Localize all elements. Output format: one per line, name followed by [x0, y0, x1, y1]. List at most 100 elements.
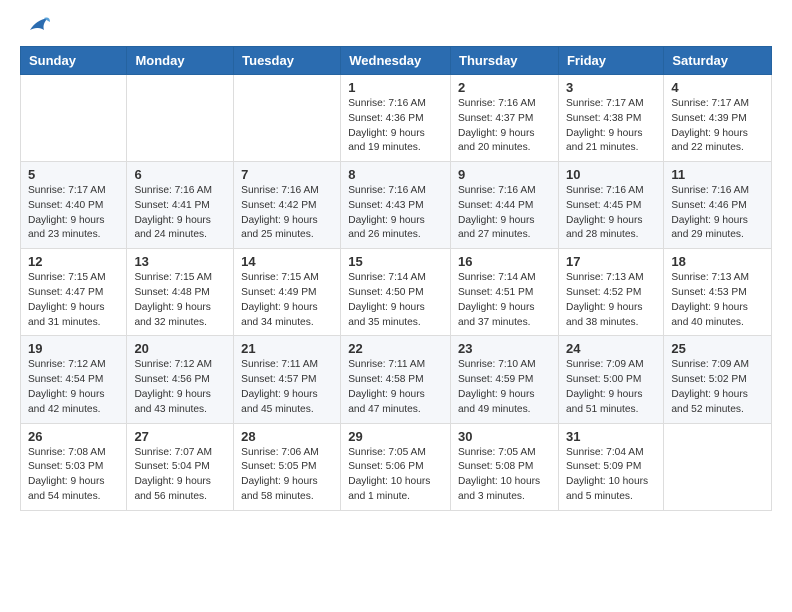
- calendar-day-header: Wednesday: [341, 47, 451, 75]
- day-info: Sunrise: 7:16 AMSunset: 4:37 PMDaylight:…: [458, 97, 551, 156]
- calendar-cell: 28Sunrise: 7:06 AMSunset: 5:05 PMDayligh…: [234, 423, 341, 510]
- day-info: Sunrise: 7:07 AMSunset: 5:04 PMDaylight:…: [134, 446, 226, 505]
- day-info: Sunrise: 7:09 AMSunset: 5:00 PMDaylight:…: [566, 358, 656, 417]
- logo: [20, 16, 50, 34]
- day-info: Sunrise: 7:11 AMSunset: 4:58 PMDaylight:…: [348, 358, 443, 417]
- calendar-cell: 18 Sunrise: 7:13 AMSunset: 4:53 PMDayligh…: [664, 249, 772, 336]
- day-number: 13: [134, 254, 226, 269]
- day-number: 22: [348, 341, 443, 356]
- calendar-cell: 31 Sunrise: 7:04 AMSunset: 5:09 PMDayligh…: [558, 423, 663, 510]
- day-number: 9: [458, 167, 551, 182]
- day-number: 5: [28, 167, 119, 182]
- calendar-cell: 26 Sunrise: 7:08 AMSunset: 5:03 PMDayligh…: [21, 423, 127, 510]
- header: [20, 16, 772, 34]
- day-number: 31: [566, 429, 656, 444]
- day-info: Sunrise: 7:14 AMSunset: 4:50 PMDaylight:…: [348, 271, 443, 330]
- day-number: 25: [671, 341, 764, 356]
- day-info: Sunrise: 7:15 AMSunset: 4:47 PMDaylight:…: [28, 271, 119, 330]
- calendar-cell: 27Sunrise: 7:07 AMSunset: 5:04 PMDayligh…: [127, 423, 234, 510]
- calendar-cell: [664, 423, 772, 510]
- calendar-cell: 23 Sunrise: 7:10 AMSunset: 4:59 PMDayligh…: [451, 336, 559, 423]
- calendar-cell: 29Sunrise: 7:05 AMSunset: 5:06 PMDayligh…: [341, 423, 451, 510]
- calendar-cell: 11 Sunrise: 7:16 AMSunset: 4:46 PMDayligh…: [664, 162, 772, 249]
- day-number: 17: [566, 254, 656, 269]
- calendar-cell: 12 Sunrise: 7:15 AMSunset: 4:47 PMDayligh…: [21, 249, 127, 336]
- calendar-cell: 30 Sunrise: 7:05 AMSunset: 5:08 PMDayligh…: [451, 423, 559, 510]
- calendar-week-row: 1 Sunrise: 7:16 AMSunset: 4:36 PMDaylight…: [21, 75, 772, 162]
- calendar-week-row: 5 Sunrise: 7:17 AMSunset: 4:40 PMDaylight…: [21, 162, 772, 249]
- day-info: Sunrise: 7:16 AMSunset: 4:46 PMDaylight:…: [671, 184, 764, 243]
- day-number: 20: [134, 341, 226, 356]
- calendar-cell: 20 Sunrise: 7:12 AMSunset: 4:56 PMDayligh…: [127, 336, 234, 423]
- day-number: 7: [241, 167, 333, 182]
- day-info: Sunrise: 7:16 AMSunset: 4:43 PMDaylight:…: [348, 184, 443, 243]
- day-number: 11: [671, 167, 764, 182]
- day-info: Sunrise: 7:13 AMSunset: 4:53 PMDaylight:…: [671, 271, 764, 330]
- day-info: Sunrise: 7:17 AMSunset: 4:40 PMDaylight:…: [28, 184, 119, 243]
- day-info: Sunrise: 7:16 AMSunset: 4:41 PMDaylight:…: [134, 184, 226, 243]
- calendar-cell: 2Sunrise: 7:16 AMSunset: 4:37 PMDaylight…: [451, 75, 559, 162]
- day-number: 23: [458, 341, 551, 356]
- day-number: 4: [671, 80, 764, 95]
- day-info: Sunrise: 7:17 AMSunset: 4:38 PMDaylight:…: [566, 97, 656, 156]
- day-info: Sunrise: 7:10 AMSunset: 4:59 PMDaylight:…: [458, 358, 551, 417]
- day-info: Sunrise: 7:05 AMSunset: 5:08 PMDaylight:…: [458, 446, 551, 505]
- logo-bird-icon: [22, 12, 50, 40]
- day-info: Sunrise: 7:08 AMSunset: 5:03 PMDaylight:…: [28, 446, 119, 505]
- day-number: 24: [566, 341, 656, 356]
- calendar-week-row: 12 Sunrise: 7:15 AMSunset: 4:47 PMDayligh…: [21, 249, 772, 336]
- day-number: 21: [241, 341, 333, 356]
- day-info: Sunrise: 7:11 AMSunset: 4:57 PMDaylight:…: [241, 358, 333, 417]
- calendar-cell: 25Sunrise: 7:09 AMSunset: 5:02 PMDayligh…: [664, 336, 772, 423]
- day-info: Sunrise: 7:16 AMSunset: 4:44 PMDaylight:…: [458, 184, 551, 243]
- day-info: Sunrise: 7:15 AMSunset: 4:49 PMDaylight:…: [241, 271, 333, 330]
- day-number: 14: [241, 254, 333, 269]
- day-info: Sunrise: 7:16 AMSunset: 4:42 PMDaylight:…: [241, 184, 333, 243]
- calendar-cell: 8 Sunrise: 7:16 AMSunset: 4:43 PMDaylight…: [341, 162, 451, 249]
- day-info: Sunrise: 7:12 AMSunset: 4:56 PMDaylight:…: [134, 358, 226, 417]
- calendar-cell: 9 Sunrise: 7:16 AMSunset: 4:44 PMDaylight…: [451, 162, 559, 249]
- calendar-table: SundayMondayTuesdayWednesdayThursdayFrid…: [20, 46, 772, 511]
- day-number: 6: [134, 167, 226, 182]
- calendar-cell: 13 Sunrise: 7:15 AMSunset: 4:48 PMDayligh…: [127, 249, 234, 336]
- calendar-header-row: SundayMondayTuesdayWednesdayThursdayFrid…: [21, 47, 772, 75]
- calendar-cell: 6 Sunrise: 7:16 AMSunset: 4:41 PMDaylight…: [127, 162, 234, 249]
- calendar-cell: 3 Sunrise: 7:17 AMSunset: 4:38 PMDaylight…: [558, 75, 663, 162]
- calendar-cell: 22 Sunrise: 7:11 AMSunset: 4:58 PMDayligh…: [341, 336, 451, 423]
- calendar-cell: 1 Sunrise: 7:16 AMSunset: 4:36 PMDaylight…: [341, 75, 451, 162]
- day-number: 15: [348, 254, 443, 269]
- day-info: Sunrise: 7:15 AMSunset: 4:48 PMDaylight:…: [134, 271, 226, 330]
- day-number: 3: [566, 80, 656, 95]
- calendar-cell: [234, 75, 341, 162]
- day-info: Sunrise: 7:16 AMSunset: 4:45 PMDaylight:…: [566, 184, 656, 243]
- calendar-day-header: Thursday: [451, 47, 559, 75]
- day-number: 16: [458, 254, 551, 269]
- day-info: Sunrise: 7:13 AMSunset: 4:52 PMDaylight:…: [566, 271, 656, 330]
- day-number: 8: [348, 167, 443, 182]
- calendar-cell: 21 Sunrise: 7:11 AMSunset: 4:57 PMDayligh…: [234, 336, 341, 423]
- day-number: 30: [458, 429, 551, 444]
- day-number: 12: [28, 254, 119, 269]
- calendar-cell: 16 Sunrise: 7:14 AMSunset: 4:51 PMDayligh…: [451, 249, 559, 336]
- calendar-week-row: 19Sunrise: 7:12 AMSunset: 4:54 PMDayligh…: [21, 336, 772, 423]
- page: SundayMondayTuesdayWednesdayThursdayFrid…: [0, 0, 792, 527]
- calendar-cell: 15 Sunrise: 7:14 AMSunset: 4:50 PMDayligh…: [341, 249, 451, 336]
- day-number: 29: [348, 429, 443, 444]
- day-number: 10: [566, 167, 656, 182]
- day-number: 26: [28, 429, 119, 444]
- calendar-week-row: 26 Sunrise: 7:08 AMSunset: 5:03 PMDayligh…: [21, 423, 772, 510]
- day-info: Sunrise: 7:04 AMSunset: 5:09 PMDaylight:…: [566, 446, 656, 505]
- day-info: Sunrise: 7:16 AMSunset: 4:36 PMDaylight:…: [348, 97, 443, 156]
- calendar-day-header: Tuesday: [234, 47, 341, 75]
- calendar-cell: 10 Sunrise: 7:16 AMSunset: 4:45 PMDayligh…: [558, 162, 663, 249]
- calendar-cell: 4 Sunrise: 7:17 AMSunset: 4:39 PMDaylight…: [664, 75, 772, 162]
- day-number: 18: [671, 254, 764, 269]
- calendar-cell: 7 Sunrise: 7:16 AMSunset: 4:42 PMDaylight…: [234, 162, 341, 249]
- day-info: Sunrise: 7:14 AMSunset: 4:51 PMDaylight:…: [458, 271, 551, 330]
- day-info: Sunrise: 7:17 AMSunset: 4:39 PMDaylight:…: [671, 97, 764, 156]
- calendar-cell: 17 Sunrise: 7:13 AMSunset: 4:52 PMDayligh…: [558, 249, 663, 336]
- day-info: Sunrise: 7:06 AMSunset: 5:05 PMDaylight:…: [241, 446, 333, 505]
- calendar-day-header: Monday: [127, 47, 234, 75]
- calendar-cell: 5 Sunrise: 7:17 AMSunset: 4:40 PMDaylight…: [21, 162, 127, 249]
- day-number: 1: [348, 80, 443, 95]
